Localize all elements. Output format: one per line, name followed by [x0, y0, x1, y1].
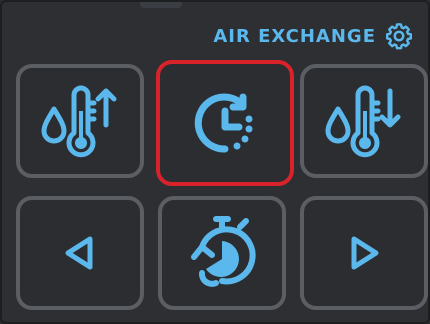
humidity-temperature-down-icon	[325, 85, 401, 158]
control-panel: AIR EXCHANGE	[0, 0, 430, 324]
bezel-notch	[140, 2, 182, 8]
stopwatch-button[interactable]	[158, 196, 286, 310]
timer-clock-button[interactable]	[156, 60, 294, 186]
stopwatch-icon	[191, 216, 256, 287]
header: AIR EXCHANGE	[213, 20, 414, 52]
arrow-left-icon	[65, 236, 93, 270]
gear-icon[interactable]	[384, 21, 414, 51]
previous-button[interactable]	[16, 196, 144, 310]
humidity-temperature-up-icon	[41, 85, 117, 158]
humidity-temp-up-button[interactable]	[16, 64, 144, 178]
humidity-temp-down-button[interactable]	[300, 64, 428, 178]
arrow-right-icon	[351, 236, 379, 270]
page-title: AIR EXCHANGE	[213, 25, 376, 47]
timer-clock-icon	[194, 93, 253, 153]
next-button[interactable]	[300, 196, 428, 310]
